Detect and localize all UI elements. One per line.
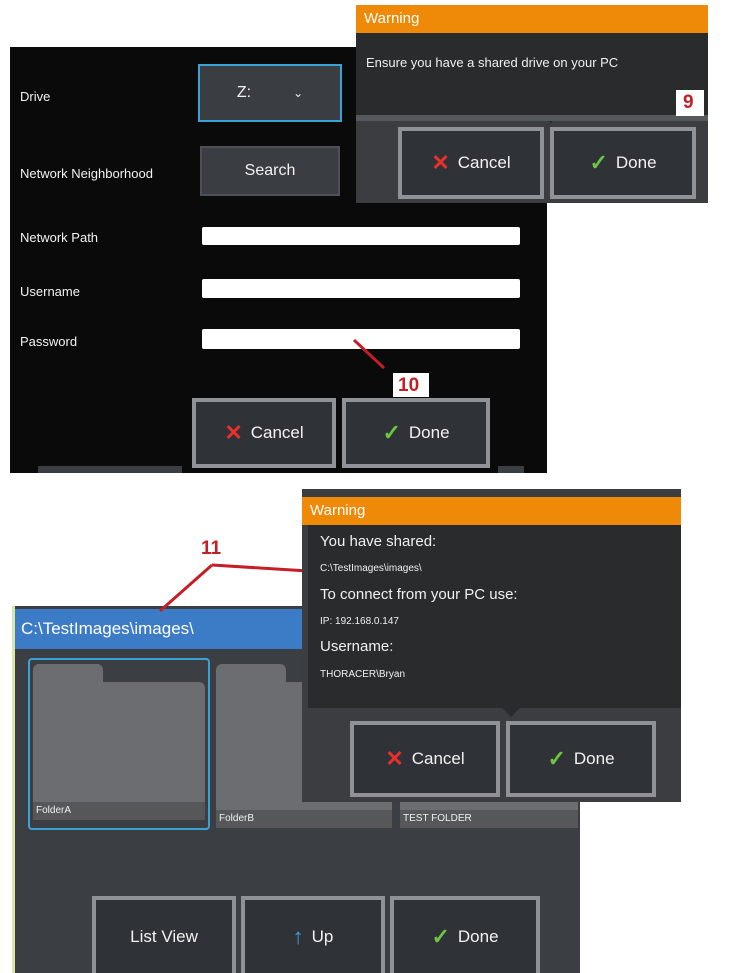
callout-10-line [352,338,386,370]
button-bar [356,115,708,121]
username-value: THORACER\Bryan [320,669,406,680]
share-info-dialog: Warning You have shared: C:\TestImages\i… [302,489,681,802]
done-button[interactable]: ✓ Done [550,127,696,199]
cancel-button-label: Cancel [250,423,304,442]
username-heading: Username: [320,638,394,655]
callout-9: 9 [683,92,694,113]
up-button-label: Up [311,926,334,946]
folder-a-label: FolderA [33,802,205,820]
done-button[interactable]: ✓ Done [390,896,540,973]
cancel-button-label: Cancel [411,749,465,768]
search-button[interactable]: Search [200,146,340,196]
folder-icon-body [33,682,205,820]
done-button-label: Done [615,153,657,172]
done-button-label: Done [457,926,499,946]
drive-label: Drive [20,89,51,104]
bottom-strip [38,466,182,473]
drive-select[interactable]: Z: ⌄ [198,64,342,122]
shared-path: C:\TestImages\images\ [320,563,422,574]
bottom-strip [498,466,524,473]
folder-a[interactable]: FolderA [33,664,205,820]
username-field[interactable] [202,279,520,298]
username-label: Username [20,284,80,299]
network-path-label: Network Path [20,230,99,245]
up-button[interactable]: ↑ Up [241,896,385,973]
cancel-button-label: Cancel [457,153,511,172]
x-icon: ✕ [385,746,404,771]
drive-value: Z: [236,84,252,101]
list-view-button[interactable]: List View [92,896,236,973]
cancel-button[interactable]: ✕ Cancel [398,127,544,199]
warning-title: Warning [302,497,681,525]
shared-heading: You have shared: [320,533,437,550]
x-icon: ✕ [431,150,450,175]
callout-11-lines [159,563,309,613]
callout-10: 10 [398,375,420,396]
x-icon: ✕ [224,420,243,445]
network-neighborhood-label: Network Neighborhood [20,166,153,181]
cancel-button[interactable]: ✕ Cancel [350,721,500,797]
connect-heading: To connect from your PC use: [320,586,518,603]
list-view-button-label: List View [130,926,198,946]
done-button-label: Done [408,423,450,442]
ip-address: IP: 192.168.0.147 [320,616,399,627]
warning-message-area: Ensure you have a shared drive on your P… [356,33,708,115]
test-folder-label: TEST FOLDER [400,810,578,828]
check-icon: ✓ [431,923,450,949]
network-path-field[interactable] [202,227,520,245]
chevron-down-icon: ⌄ [293,86,304,100]
warning-dialog: Warning Ensure you have a shared drive o… [356,5,708,203]
password-label: Password [20,334,78,349]
done-button[interactable]: ✓ Done [506,721,656,797]
done-button[interactable]: ✓ Done [342,398,490,468]
warning-title: Warning [356,5,708,33]
folder-b-label: FolderB [216,810,392,828]
dialog-pointer [501,707,521,717]
up-arrow-icon: ↑ [292,923,304,949]
current-path: C:\TestImages\images\ [21,619,194,638]
check-icon: ✓ [589,150,608,175]
cancel-button[interactable]: ✕ Cancel [192,398,336,468]
check-icon: ✓ [547,746,566,771]
warning-message: Ensure you have a shared drive on your P… [366,55,619,70]
done-button-label: Done [573,749,615,768]
callout-11: 11 [201,538,222,559]
warning-message-area: You have shared: C:\TestImages\images\ T… [308,525,681,708]
check-icon: ✓ [382,420,401,445]
